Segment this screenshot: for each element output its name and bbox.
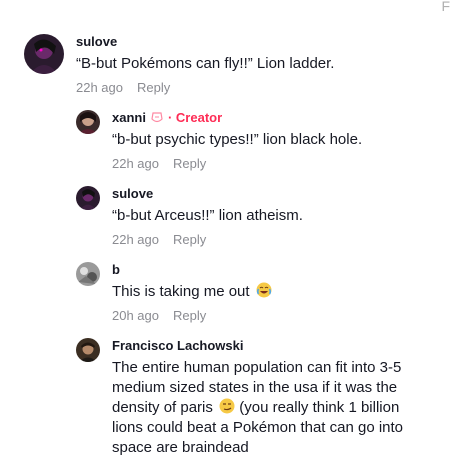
avatar[interactable]: [76, 186, 100, 210]
corner-glyph: F: [441, 0, 450, 14]
comment-timestamp: 22h ago: [112, 232, 159, 247]
comment-item: xanni · Creator “b-but psychic types!!” …: [76, 110, 362, 171]
reply-button[interactable]: Reply: [173, 156, 206, 171]
comment-timestamp: 20h ago: [112, 308, 159, 323]
comment-item: sulove “b-but Arceus!!” lion atheism. 22…: [76, 186, 303, 247]
comment-username[interactable]: sulove: [76, 34, 334, 50]
comment-timestamp: 22h ago: [76, 80, 123, 95]
comment-text-fragment: (you really think 1 billion: [235, 399, 400, 416]
comment-text-line-with-emoji: density of paris (you really think 1 bil…: [112, 398, 452, 418]
crying-laughing-emoji: [256, 282, 272, 298]
comment-text: “B-but Pokémons can fly!!” Lion ladder.: [76, 55, 335, 72]
comment-username[interactable]: Francisco Lachowski: [112, 338, 452, 354]
comment-text: This is taking me out: [112, 283, 250, 300]
avatar[interactable]: [76, 262, 100, 286]
reply-button[interactable]: Reply: [173, 232, 206, 247]
comment-text-line: space are braindead: [112, 439, 249, 456]
creator-label: · Creator: [167, 110, 223, 125]
reply-button[interactable]: Reply: [173, 308, 206, 323]
comment-text: The entire human population can fit into…: [112, 358, 452, 458]
comment-username[interactable]: xanni: [112, 110, 146, 126]
comment-timestamp: 22h ago: [112, 156, 159, 171]
comment-text-line: medium sized states in the usa if it was…: [112, 379, 398, 396]
comment-item: Francisco Lachowski The entire human pop…: [76, 338, 452, 458]
comment-text-row: This is taking me out: [112, 282, 272, 302]
avatar[interactable]: [76, 338, 100, 362]
comment-username[interactable]: b: [112, 262, 272, 278]
comment-item: sulove “B-but Pokémons can fly!!” Lion l…: [24, 34, 334, 95]
comment-text-line: lions could beat a Pokémon that can go i…: [112, 419, 404, 436]
avatar[interactable]: [76, 110, 100, 134]
comment-item: b This is taking me out 20h ago Reply: [76, 262, 272, 323]
comment-text-fragment: density of paris: [112, 399, 213, 416]
comment-text-line: The entire human population can fit into…: [112, 359, 402, 376]
comment-text: “b-but Arceus!!” lion atheism.: [112, 207, 303, 224]
comment-username[interactable]: sulove: [112, 186, 303, 202]
avatar[interactable]: [24, 34, 64, 74]
comment-text: “b-but psychic types!!” lion black hole.: [112, 131, 363, 148]
creator-badge-icon: [150, 111, 164, 125]
reply-button[interactable]: Reply: [137, 80, 170, 95]
smirk-emoji: [219, 398, 235, 414]
